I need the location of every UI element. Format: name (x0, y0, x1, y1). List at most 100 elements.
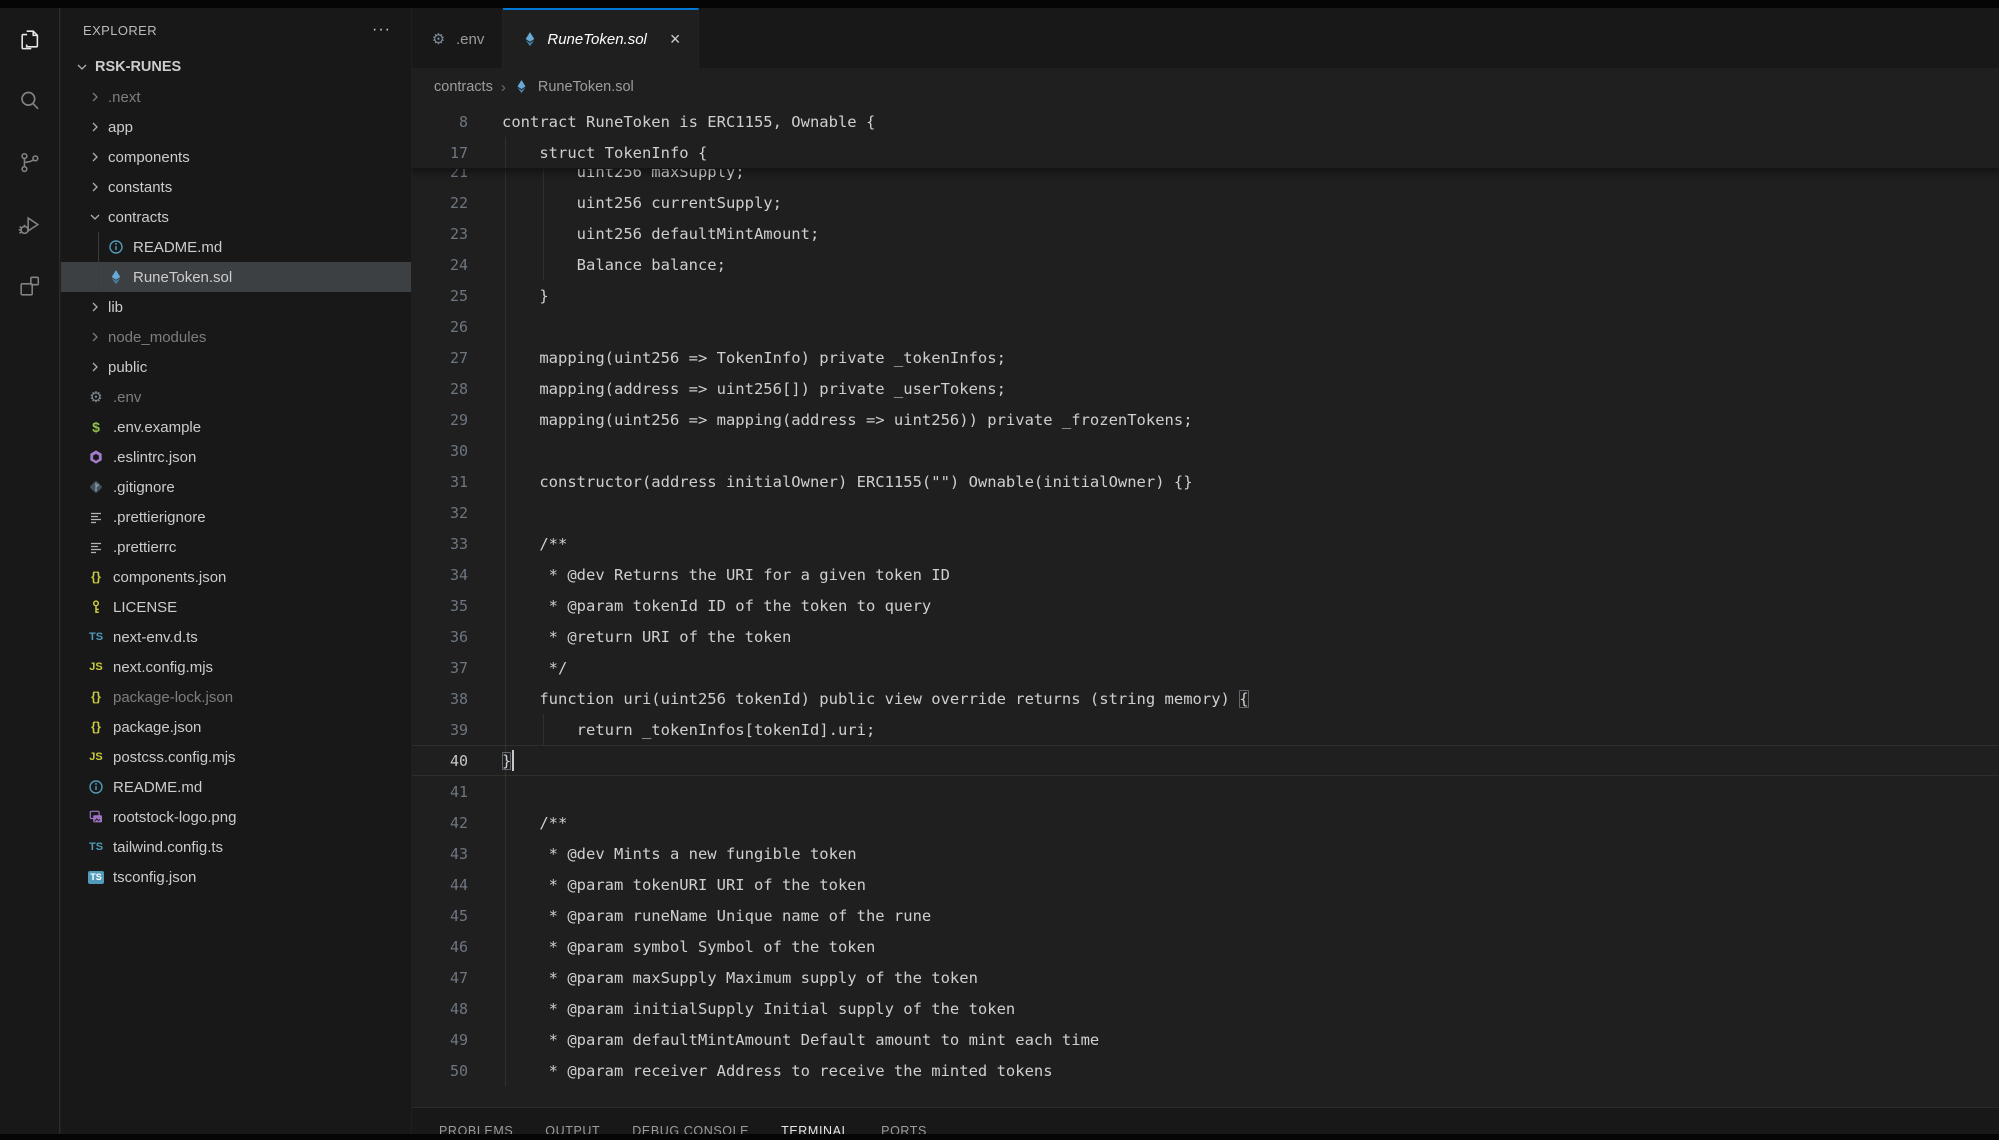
activity-extensions-icon[interactable] (0, 258, 59, 320)
tree-file-components-json[interactable]: {}components.json (61, 562, 411, 592)
code-line-44[interactable]: 44 * @param tokenURI URI of the token (412, 869, 1999, 900)
tree-item-label: postcss.config.mjs (113, 749, 236, 766)
code-line-31[interactable]: 31 constructor(address initialOwner) ERC… (412, 466, 1999, 497)
line-text: return _tokenInfos[tokenId].uri; (468, 714, 1999, 745)
code-line-45[interactable]: 45 * @param runeName Unique name of the … (412, 900, 1999, 931)
tree-item-label: app (108, 119, 133, 136)
tree-file-tsconfig-json[interactable]: TStsconfig.json (61, 862, 411, 892)
tree-folder-constants[interactable]: constants (61, 172, 411, 202)
code-line-26[interactable]: 26 (412, 311, 1999, 342)
tree-folder-lib[interactable]: lib (61, 292, 411, 322)
code-line-34[interactable]: 34 * @dev Returns the URI for a given to… (412, 559, 1999, 590)
code-line-46[interactable]: 46 * @param symbol Symbol of the token (412, 931, 1999, 962)
line-number: 44 (412, 876, 468, 894)
code-editor[interactable]: 21 uint256 maxSupply;22 uint256 currentS… (412, 106, 1999, 1107)
dollar-file-icon: $ (87, 419, 105, 436)
tab-env[interactable]: ⚙.env (412, 8, 503, 68)
tree-file-next-config-mjs[interactable]: JSnext.config.mjs (61, 652, 411, 682)
window-top-edge (0, 0, 1999, 8)
code-line-50[interactable]: 50 * @param receiver Address to receive … (412, 1055, 1999, 1086)
code-line-48[interactable]: 48 * @param initialSupply Initial supply… (412, 993, 1999, 1024)
breadcrumb-segment-contracts[interactable]: contracts (434, 79, 493, 95)
code-line-43[interactable]: 43 * @dev Mints a new fungible token (412, 838, 1999, 869)
tree-item-label: constants (108, 179, 172, 196)
line-text: * @param runeName Unique name of the run… (468, 900, 1999, 931)
tree-file-package-lock-json[interactable]: {}package-lock.json (61, 682, 411, 712)
line-text (468, 311, 1999, 342)
code-line-25[interactable]: 25 } (412, 280, 1999, 311)
tree-file-postcss-config-mjs[interactable]: JSpostcss.config.mjs (61, 742, 411, 772)
tree-item-label: next.config.mjs (113, 659, 213, 676)
activity-search-icon[interactable] (0, 72, 59, 134)
indent-guide (505, 1024, 506, 1055)
tree-file-readme-md[interactable]: README.md (61, 772, 411, 802)
activity-run-debug-icon[interactable] (0, 196, 59, 258)
activity-files-icon[interactable] (0, 10, 59, 72)
indent-guide (505, 218, 506, 249)
more-actions-icon[interactable]: ··· (372, 21, 391, 39)
code-line-36[interactable]: 36 * @return URI of the token (412, 621, 1999, 652)
code-line-24[interactable]: 24 Balance balance; (412, 249, 1999, 280)
code-line-35[interactable]: 35 * @param tokenId ID of the token to q… (412, 590, 1999, 621)
ts-file-icon: TS (87, 629, 105, 646)
code-line-32[interactable]: 32 (412, 497, 1999, 528)
activity-source-control-icon[interactable] (0, 134, 59, 196)
tree-file-runetoken-sol[interactable]: RuneToken.sol (61, 262, 411, 292)
tree-folder-app[interactable]: app (61, 112, 411, 142)
code-line-37[interactable]: 37 */ (412, 652, 1999, 683)
code-line-28[interactable]: 28 mapping(address => uint256[]) private… (412, 373, 1999, 404)
tree-file-package-json[interactable]: {}package.json (61, 712, 411, 742)
tree-file-rootstock-logo-png[interactable]: rootstock-logo.png (61, 802, 411, 832)
tree-item-label: README.md (133, 239, 222, 256)
tab-runetoken-sol[interactable]: RuneToken.sol× (503, 8, 699, 68)
tree-file-eslintrc-json[interactable]: .eslintrc.json (61, 442, 411, 472)
code-line-40[interactable]: 40 } (412, 745, 1999, 776)
breadcrumb-segment-runetoken-sol[interactable]: RuneToken.sol (538, 79, 634, 95)
breadcrumb[interactable]: contracts›RuneToken.sol (412, 68, 1999, 106)
line-number: 41 (412, 783, 468, 801)
indent-guide (505, 435, 506, 466)
tree-root-rsk-runes[interactable]: RSK-RUNES (61, 52, 411, 82)
tree-file-prettierignore[interactable]: .prettierignore (61, 502, 411, 532)
code-line-39[interactable]: 39 return _tokenInfos[tokenId].uri; (412, 714, 1999, 745)
tree-file-license[interactable]: LICENSE (61, 592, 411, 622)
tree-item-label: RuneToken.sol (133, 269, 232, 286)
sticky-line-8[interactable]: 8contract RuneToken is ERC1155, Ownable … (412, 106, 1999, 137)
line-text: struct TokenInfo { (468, 137, 1999, 168)
code-line-38[interactable]: 38 function uri(uint256 tokenId) public … (412, 683, 1999, 714)
tree-folder-next[interactable]: .next (61, 82, 411, 112)
code-line-47[interactable]: 47 * @param maxSupply Maximum supply of … (412, 962, 1999, 993)
line-number: 23 (412, 225, 468, 243)
tree-file-next-env-d-ts[interactable]: TSnext-env.d.ts (61, 622, 411, 652)
code-line-29[interactable]: 29 mapping(uint256 => mapping(address =>… (412, 404, 1999, 435)
code-line-30[interactable]: 30 (412, 435, 1999, 466)
line-number: 43 (412, 845, 468, 863)
code-line-49[interactable]: 49 * @param defaultMintAmount Default am… (412, 1024, 1999, 1055)
code-line-41[interactable]: 41 (412, 776, 1999, 807)
line-number: 37 (412, 659, 468, 677)
tree-file-env-example[interactable]: $.env.example (61, 412, 411, 442)
code-line-23[interactable]: 23 uint256 defaultMintAmount; (412, 218, 1999, 249)
tree-folder-components[interactable]: components (61, 142, 411, 172)
tree-folder-node-modules[interactable]: node_modules (61, 322, 411, 352)
close-icon[interactable]: × (670, 30, 681, 48)
indent-guide (543, 714, 544, 745)
tree-folder-public[interactable]: public (61, 352, 411, 382)
tree-file-tailwind-config-ts[interactable]: TStailwind.config.ts (61, 832, 411, 862)
code-lines: 21 uint256 maxSupply;22 uint256 currentS… (412, 156, 1999, 1086)
tree-folder-contracts[interactable]: contracts (61, 202, 411, 232)
tree-file-prettierrc[interactable]: .prettierrc (61, 532, 411, 562)
code-line-22[interactable]: 22 uint256 currentSupply; (412, 187, 1999, 218)
code-line-33[interactable]: 33 /** (412, 528, 1999, 559)
info-file-icon (87, 779, 105, 796)
git-file-icon (87, 479, 105, 496)
tree-item-label: .env (113, 389, 141, 406)
indent-guide (543, 249, 544, 280)
code-line-42[interactable]: 42 /** (412, 807, 1999, 838)
key-file-icon (87, 599, 105, 616)
tree-file-gitignore[interactable]: .gitignore (61, 472, 411, 502)
code-line-27[interactable]: 27 mapping(uint256 => TokenInfo) private… (412, 342, 1999, 373)
tree-file-readme-md[interactable]: README.md (61, 232, 411, 262)
sticky-line-17[interactable]: 17 struct TokenInfo { (412, 137, 1999, 168)
tree-file-env[interactable]: ⚙.env (61, 382, 411, 412)
